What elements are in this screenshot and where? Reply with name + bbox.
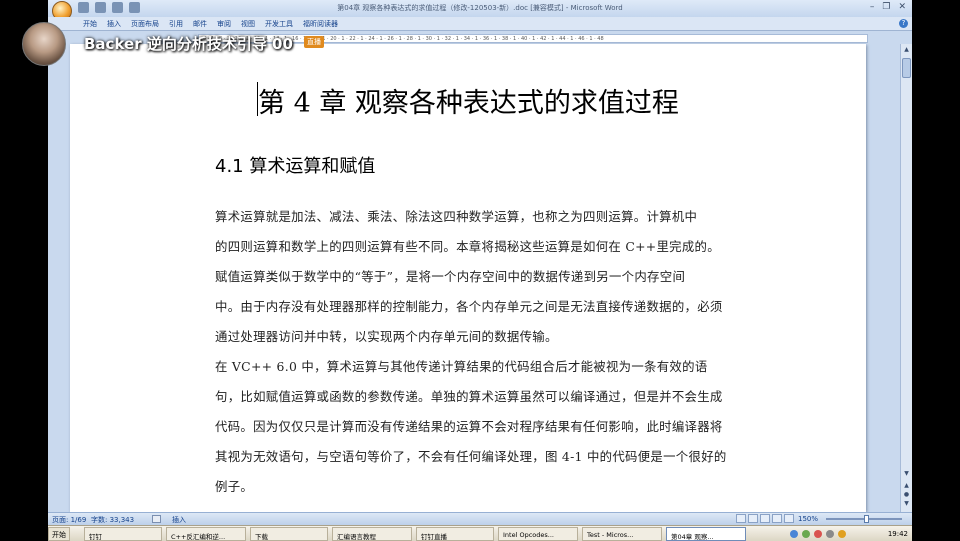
body-line: 中。由于内存没有处理器那样的控制能力，各个内存单元之间是无法直接传递数据的，必须	[215, 299, 723, 314]
taskbar-item-dingtalk-live[interactable]: 钉钉直播	[416, 527, 494, 541]
outline-icon[interactable]	[772, 514, 782, 523]
body-line: 算术运算就是加法、减法、乘法、除法这四种数学运算，也称之为四则运算。计算机中	[215, 209, 698, 224]
taskbar-item-intel-opcodes[interactable]: Intel Opcodes...	[498, 527, 578, 541]
help-icon[interactable]: ?	[899, 19, 908, 28]
ribbon-tabs: 开始 插入 页面布局 引用 邮件 审阅 视图 开发工具 福昕阅读器	[83, 19, 338, 29]
scrollbar-thumb[interactable]	[902, 58, 911, 78]
window-controls: – ❐ ✕	[870, 2, 906, 12]
stream-overlay-title: Backer 逆向分析技术引导 00	[84, 35, 293, 53]
start-button[interactable]: 开始	[48, 527, 70, 541]
body-line: 赋值运算类似于数学中的“等于”，是将一个内存空间中的数据传递到另一个内存空间	[215, 269, 686, 284]
tab-insert[interactable]: 插入	[107, 19, 121, 29]
insert-mode[interactable]: 插入	[172, 515, 186, 525]
body-line: 代码。因为仅仅只是计算而没有传递结果的运算不会对程序结果有任何影响，此时编译器将	[215, 419, 723, 434]
body-line: 在 VC++ 6.0 中，算术运算与其他传递计算结果的代码组合后才能被视为一条有…	[215, 359, 708, 374]
taskbar-item-asm-tutorial[interactable]: 汇编语言教程	[332, 527, 412, 541]
next-page-icon[interactable]: ▼	[902, 500, 911, 507]
body-line: 句，比如赋值运算或函数的参数传递。单独的算术运算虽然可以编译通过，但是并不会生成	[215, 389, 723, 404]
tab-developer[interactable]: 开发工具	[265, 19, 293, 29]
network-icon[interactable]	[790, 530, 798, 538]
body-line: 通过处理器访问并中转，以实现两个内存单元间的数据传输。	[215, 329, 558, 344]
clock[interactable]: 19:42	[888, 530, 908, 538]
minimize-button[interactable]: –	[870, 2, 875, 12]
taskbar-item-dingtalk[interactable]: 钉钉	[84, 527, 162, 541]
volume-icon[interactable]	[826, 530, 834, 538]
taskbar-item-test-microsoft[interactable]: Test - Micros...	[582, 527, 662, 541]
select-browse-object-icon[interactable]: ●	[902, 491, 911, 498]
zoom-level[interactable]: 150%	[798, 515, 818, 523]
title-bar: 第04章 观察各种表达式的求值过程（修改-120503-新）.doc [兼容模式…	[48, 0, 912, 21]
word-count[interactable]: 字数: 33,343	[91, 515, 134, 525]
tab-review[interactable]: 审阅	[217, 19, 231, 29]
close-button[interactable]: ✕	[898, 2, 906, 12]
draft-icon[interactable]	[784, 514, 794, 523]
document-page[interactable]: 第 4 章 观察各种表达式的求值过程 4.1 算术运算和赋值 算术运算就是加法、…	[70, 44, 866, 512]
scroll-up-icon[interactable]: ▲	[902, 46, 911, 53]
system-tray: 19:42	[762, 527, 912, 541]
proofing-icon[interactable]	[152, 515, 161, 523]
body-line: 其视为无效语句，与空语句等价了，不会有任何编译处理，图 4-1 中的代码便是一个…	[215, 449, 727, 464]
window-title: 第04章 观察各种表达式的求值过程（修改-120503-新）.doc [兼容模式…	[337, 4, 623, 12]
taskbar-item-word-doc[interactable]: 第04章 观察...	[666, 527, 746, 541]
tab-home[interactable]: 开始	[83, 19, 97, 29]
scroll-down-icon[interactable]: ▼	[902, 470, 911, 477]
tab-foxit-reader[interactable]: 福昕阅读器	[303, 19, 338, 29]
taskbar: 开始 钉钉 C++反汇编和逆... 下载 汇编语言教程 钉钉直播 Intel O…	[48, 525, 912, 541]
chapter-heading: 第 4 章 观察各种表达式的求值过程	[258, 88, 679, 119]
tab-page-layout[interactable]: 页面布局	[131, 19, 159, 29]
word-window: 第04章 观察各种表达式的求值过程（修改-120503-新）.doc [兼容模式…	[48, 0, 912, 541]
tab-mailings[interactable]: 邮件	[193, 19, 207, 29]
zoom-slider-knob[interactable]	[864, 515, 869, 523]
body-line: 的四则运算和数学上的四则运算有些不同。本章将揭秘这些运算是如何在 C++里完成的…	[215, 239, 720, 254]
taskbar-item-downloads[interactable]: 下载	[250, 527, 328, 541]
section-heading: 4.1 算术运算和赋值	[215, 156, 376, 177]
print-layout-icon[interactable]	[736, 514, 746, 523]
vertical-scrollbar[interactable]: ▲ ▼ ▲ ● ▼	[900, 44, 912, 512]
tab-references[interactable]: 引用	[169, 19, 183, 29]
prev-page-icon[interactable]: ▲	[902, 482, 911, 489]
live-badge: 直播	[304, 36, 324, 48]
ime-icon[interactable]	[838, 530, 846, 538]
presenter-avatar	[22, 22, 66, 66]
shield-icon[interactable]	[802, 530, 810, 538]
view-buttons	[736, 514, 794, 523]
body-line: 例子。	[215, 479, 254, 494]
tab-view[interactable]: 视图	[241, 19, 255, 29]
full-screen-reading-icon[interactable]	[748, 514, 758, 523]
alert-icon[interactable]	[814, 530, 822, 538]
restore-button[interactable]: ❐	[882, 2, 890, 12]
web-layout-icon[interactable]	[760, 514, 770, 523]
ribbon: 开始 插入 页面布局 引用 邮件 审阅 视图 开发工具 福昕阅读器 ?	[48, 17, 912, 31]
ruler-scale: 6 · 1 · 8 · 1 · 10 · 1 · 12 · 1 · 14 · 1…	[198, 34, 868, 43]
status-bar: 页面: 1/69 字数: 33,343 插入 150%	[48, 512, 912, 525]
taskbar-item-cpp-disasm[interactable]: C++反汇编和逆...	[166, 527, 246, 541]
page-counter[interactable]: 页面: 1/69	[52, 515, 86, 525]
